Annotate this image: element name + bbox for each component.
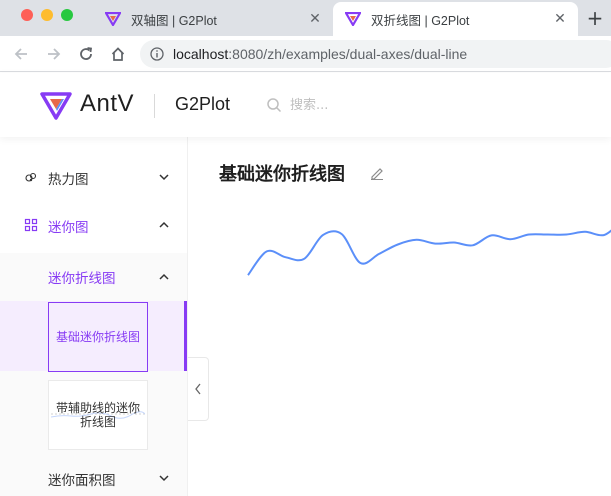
sidebar-item-mini[interactable]: 迷你图 (0, 205, 187, 245)
close-tab-icon[interactable]: ✕ (551, 10, 569, 28)
reload-button[interactable] (74, 42, 98, 66)
maximize-window-button[interactable] (61, 9, 73, 21)
close-tab-icon[interactable]: ✕ (306, 10, 324, 28)
edit-icon[interactable] (370, 166, 384, 180)
example-label: 带辅助线的迷你折线图 (55, 401, 140, 429)
tab-title: 双轴图 | G2Plot (131, 13, 217, 28)
browser-toolbar: localhost:8080/zh/examples/dual-axes/dua… (0, 36, 611, 72)
sidebar-item-heatmap[interactable]: 热力图 (0, 157, 187, 197)
logo-text[interactable]: AntV (80, 90, 134, 118)
browser-tab-dual-line[interactable]: 双折线图 | G2Plot ✕ (333, 2, 578, 36)
chevron-up-icon (159, 221, 169, 228)
grid-icon (24, 218, 38, 232)
forward-button[interactable] (42, 42, 66, 66)
sidebar-item-label: 迷你图 (48, 220, 89, 236)
site-header: AntV G2Plot (0, 73, 611, 137)
address-bar[interactable]: localhost:8080/zh/examples/dual-axes/dua… (140, 40, 611, 68)
submenu-mini-line[interactable]: 迷你折线图 (0, 253, 187, 301)
home-button[interactable] (106, 42, 130, 66)
search-icon (267, 98, 282, 113)
arrow-left-icon (14, 48, 27, 60)
sidebar-item-label: 热力图 (48, 172, 89, 188)
product-name[interactable]: G2Plot (175, 94, 230, 115)
chevron-down-icon (159, 475, 169, 482)
sidebar-item-label: 迷你面积图 (48, 473, 116, 489)
antv-favicon-icon (344, 10, 362, 28)
chevron-left-icon (195, 383, 201, 395)
minimize-window-button[interactable] (41, 9, 53, 21)
example-thumb-basic[interactable]: 基础迷你折线图 (48, 302, 148, 372)
example-thumb-auxiliary[interactable]: 带辅助线的迷你折线图 (48, 380, 148, 450)
url-text: localhost:8080/zh/examples/dual-axes/dua… (173, 46, 468, 62)
chevron-up-icon (159, 273, 169, 280)
reload-icon (80, 47, 93, 60)
arrow-right-icon (48, 48, 61, 60)
back-button[interactable] (9, 42, 33, 66)
antv-favicon-icon (104, 10, 122, 28)
heatmap-icon (25, 172, 37, 182)
header-divider (154, 94, 155, 118)
chevron-down-icon (159, 174, 169, 181)
example-label: 基础迷你折线图 (55, 330, 140, 344)
home-icon (111, 47, 125, 61)
sidebar-item-mini-area[interactable]: 迷你面积图 (0, 461, 187, 496)
browser-tab-dual-axes[interactable]: 双轴图 | G2Plot ✕ (93, 2, 333, 36)
page-title: 基础迷你折线图 (219, 164, 345, 185)
series-line (247, 229, 611, 276)
sidebar: 热力图 迷你图 迷你折线图 基础迷你折线图 带辅助线的迷你折线图 迷你面积图 (0, 137, 188, 496)
info-icon[interactable] (150, 47, 164, 61)
close-window-button[interactable] (21, 9, 33, 21)
browser-tab-bar: 双轴图 | G2Plot ✕ 双折线图 | G2Plot ✕ + (0, 0, 611, 36)
search-input[interactable] (290, 94, 410, 116)
antv-logo-icon[interactable] (40, 92, 72, 120)
new-tab-button[interactable]: + (582, 6, 608, 32)
submenu-label: 迷你折线图 (48, 271, 116, 287)
tab-title: 双折线图 | G2Plot (371, 13, 470, 28)
sidebar-collapse-button[interactable] (188, 357, 209, 421)
mini-line-chart (247, 229, 611, 276)
